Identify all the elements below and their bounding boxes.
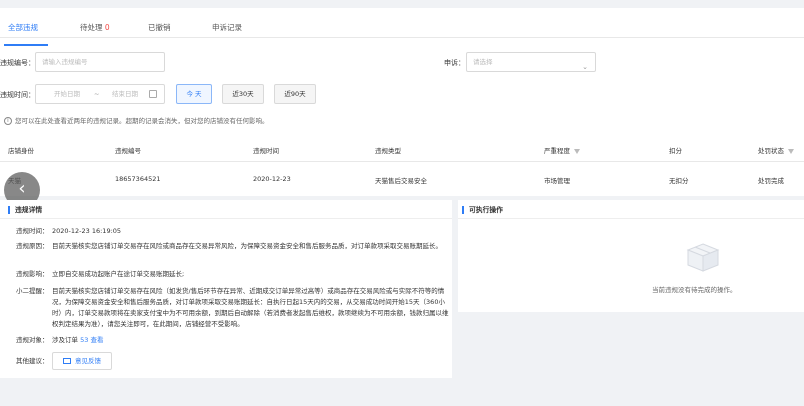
tab-appeal-records[interactable]: 申诉记录 [212, 22, 242, 33]
divider [458, 218, 804, 219]
detail-time-key: 违规时间： [16, 227, 49, 235]
tab-revoked[interactable]: 已撤销 [148, 22, 171, 33]
detail-object-value: 涉及订单 53 查看 [52, 335, 452, 346]
date-range-picker[interactable]: 开始日期 ~ 结束日期 [35, 84, 165, 104]
detail-tip-key: 小二提醒： [16, 287, 49, 295]
header-points: 扣分 [669, 147, 682, 155]
header-severity[interactable]: 严重程度 [544, 145, 580, 155]
appeal-label: 申诉： [444, 59, 465, 67]
feedback-button[interactable]: 意见反馈 [52, 352, 112, 370]
table-row[interactable]: 天猫 18657364521 2020-12-23 天猫售后交易安全 市场管理 … [0, 162, 804, 196]
appeal-select[interactable]: 请选择 ⌄ [466, 52, 596, 72]
actions-card-title: 可执行操作 [462, 206, 503, 214]
cell-points: 无扣分 [669, 177, 689, 185]
detail-suggest-row: 其他建议： [16, 356, 56, 367]
header-violation-no: 违规编号 [115, 147, 141, 155]
cell-violation-no: 18657364521 [115, 175, 161, 183]
feedback-label: 意见反馈 [75, 357, 101, 365]
today-button[interactable]: 今 天 [176, 84, 212, 104]
empty-box-icon [686, 243, 720, 272]
detail-impact-value: 立即自交易成功起账户在途订单交易账期延长; [52, 270, 185, 278]
actions-card [458, 200, 804, 312]
detail-object-key: 违规对象： [16, 336, 49, 344]
calendar-icon [149, 90, 157, 98]
detail-time-row: 违规时间： 2020-12-23 16:19:05 [16, 226, 456, 237]
detail-object-row: 违规对象： 涉及订单 53 查看 [16, 335, 456, 346]
header-violation-type: 违规类型 [375, 147, 401, 155]
header-penalty-status[interactable]: 处罚状态 [758, 145, 794, 155]
header-shop-identity: 店铺身份 [8, 147, 34, 155]
active-tab-indicator [4, 44, 48, 46]
detail-time-value: 2020-12-23 16:19:05 [52, 227, 122, 235]
detail-card-title: 违规详情 [8, 206, 42, 214]
cell-penalty-status: 处罚完成 [758, 177, 784, 185]
cell-violation-type: 天猫售后交易安全 [375, 177, 427, 185]
end-date-input[interactable]: 结束日期 [112, 85, 138, 103]
violation-no-label: 违规编号： [0, 59, 35, 67]
view-orders-link[interactable]: 查看 [90, 336, 103, 344]
cell-violation-time: 2020-12-23 [253, 175, 291, 183]
tab-bar: 全部违规 待处理 0 已撤销 申诉记录 [0, 8, 804, 46]
detail-reason-value: 目前天猫核实您店铺订单交易存在风险或商品存在交易异常风险，为保障交易资金安全和售… [52, 242, 442, 250]
object-prefix: 涉及订单 [52, 336, 78, 344]
tab-label: 申诉记录 [212, 23, 242, 32]
header-severity-label: 严重程度 [544, 147, 570, 155]
detail-reason-row: 违规原因： 目前天猫核实您店铺订单交易存在风险或商品存在交易异常风险，为保障交易… [16, 241, 456, 263]
tab-all-violations[interactable]: 全部违规 [8, 22, 38, 33]
header-violation-time: 违规时间 [253, 147, 279, 155]
divider [0, 218, 452, 219]
empty-actions-text: 当前违规没有待完成的操作。 [652, 286, 737, 294]
tab-label: 待处理 [80, 23, 103, 32]
detail-impact-key: 违规影响： [16, 270, 49, 278]
detail-suggest-key: 其他建议： [16, 357, 49, 365]
tab-label: 已撤销 [148, 23, 171, 32]
filter-icon[interactable] [574, 148, 580, 154]
info-icon: i [4, 117, 12, 125]
notice-text: 您可以在此处查看近两年的违规记录。超期的记录会消失，但对您的店铺没有任何影响。 [15, 117, 269, 125]
start-date-input[interactable]: 开始日期 [54, 85, 80, 103]
pending-count-badge: 0 [104, 23, 110, 32]
detail-impact-row: 违规影响： 立即自交易成功起账户在途订单交易账期延长; [16, 269, 456, 280]
header-penalty-status-label: 处罚状态 [758, 147, 784, 155]
order-count-link[interactable]: 53 [80, 336, 88, 344]
chevron-down-icon: ⌄ [582, 63, 588, 71]
tab-pending[interactable]: 待处理 0 [80, 22, 110, 33]
detail-reason-key: 违规原因： [16, 242, 49, 250]
top-strip [0, 0, 804, 8]
filter-icon[interactable] [788, 148, 794, 154]
last-90-days-button[interactable]: 近90天 [274, 84, 316, 104]
last-30-days-button[interactable]: 近30天 [222, 84, 264, 104]
appeal-select-value: 请选择 [473, 58, 493, 66]
history-notice: i 您可以在此处查看近两年的违规记录。超期的记录会消失，但对您的店铺没有任何影响。 [4, 115, 269, 125]
message-icon [63, 358, 71, 364]
violation-no-input[interactable]: 请输入违规编号 [35, 52, 165, 72]
range-separator: ~ [94, 90, 100, 98]
table-header: 店铺身份 违规编号 违规时间 违规类型 严重程度 扣分 处罚状态 [0, 136, 804, 162]
detail-tip-value: 目前天猫核实您店铺订单交易存在风险（如发货/售后环节存在异常、近期成交订单异常过… [52, 287, 449, 328]
violation-time-label: 违规时间： [0, 91, 35, 99]
detail-tip-row: 小二提醒： 目前天猫核实您店铺订单交易存在风险（如发货/售后环节存在异常、近期成… [16, 286, 456, 330]
tab-label: 全部违规 [8, 23, 38, 32]
cell-severity: 市场管理 [544, 177, 570, 185]
